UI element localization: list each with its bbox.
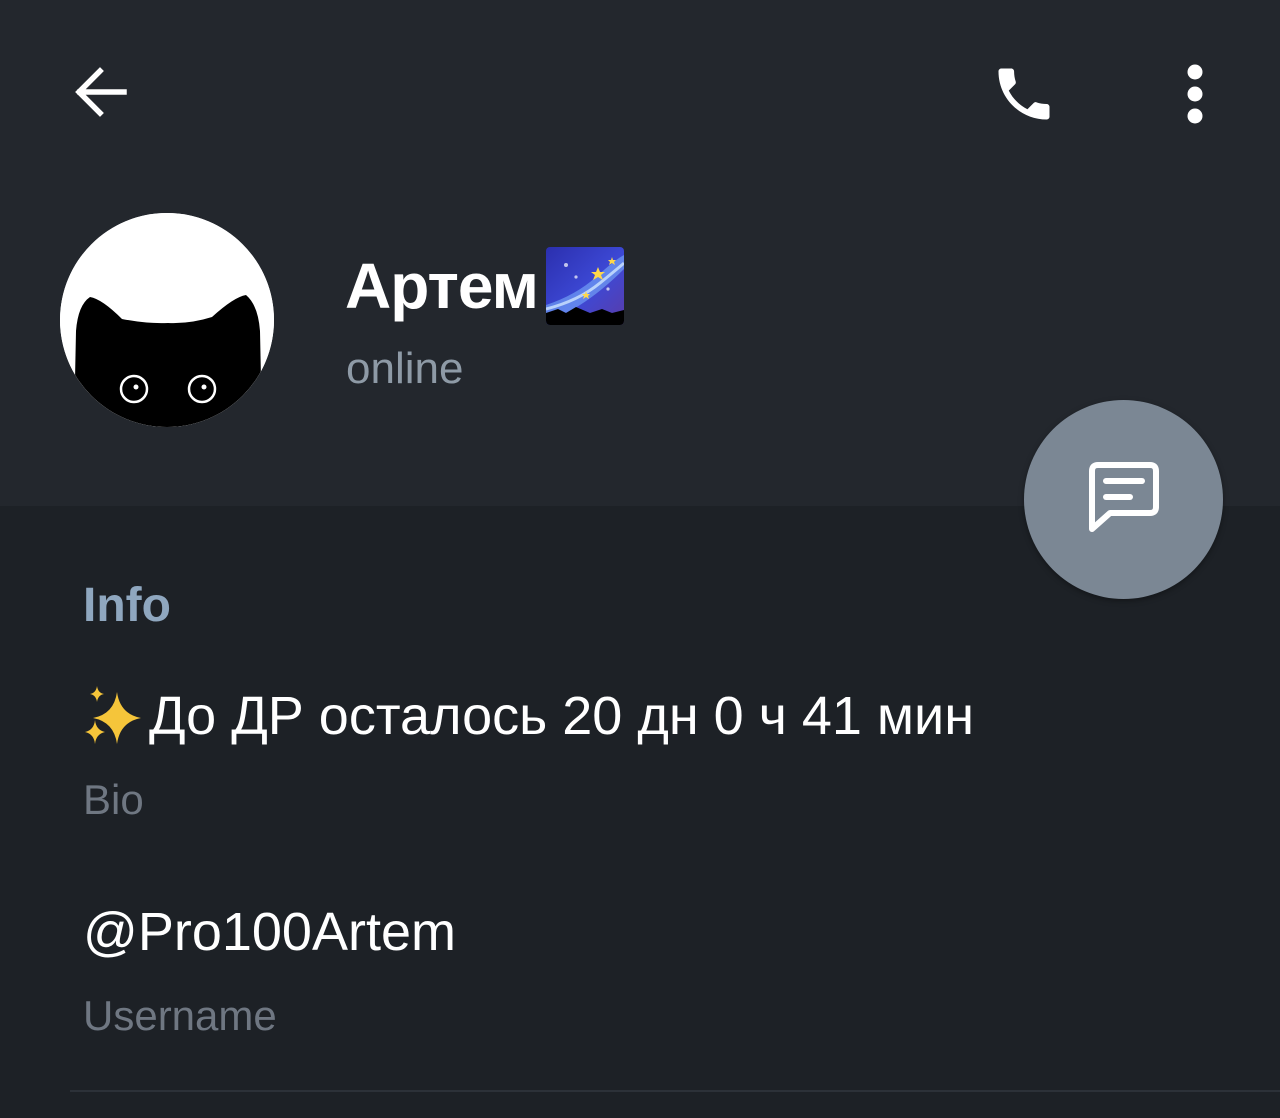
message-button[interactable] [1024,400,1223,599]
username-value[interactable]: @Pro100Artem [83,898,456,966]
back-button[interactable] [56,50,144,138]
cat-avatar-image [60,213,274,427]
divider [70,1090,1280,1092]
arrow-left-icon [70,62,130,127]
info-section-title: Info [83,579,171,632]
profile-name-row: Артем [345,244,624,328]
milky-way-emoji [545,247,624,325]
sparkles-emoji [83,684,145,748]
bio-label: Bio [83,776,144,823]
profile-name: Артем [345,250,539,322]
message-icon [1084,457,1164,542]
call-button[interactable] [978,50,1070,142]
bio-value: До ДР осталось 20 дн 0 ч 41 мин [149,686,975,746]
bio-row[interactable]: До ДР осталось 20 дн 0 ч 41 мин [83,682,974,750]
more-options-button[interactable] [1160,50,1230,142]
more-vertical-icon [1185,63,1205,130]
online-status: online [346,344,464,393]
avatar[interactable] [60,213,274,427]
phone-icon [990,60,1058,133]
username-label: Username [83,992,277,1039]
